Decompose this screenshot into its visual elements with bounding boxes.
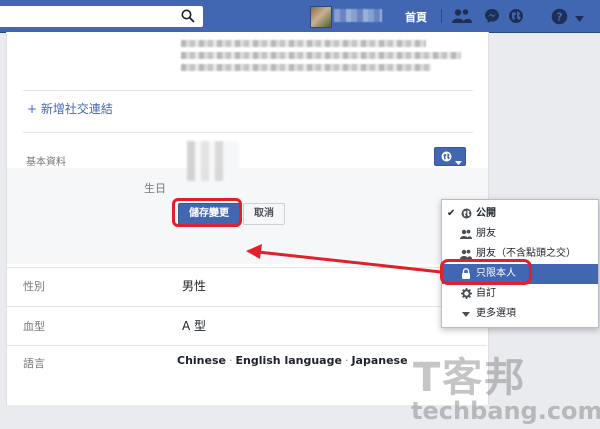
birthday-value-blurred[interactable] xyxy=(187,141,239,181)
menu-item-more-options[interactable]: 更多選項 xyxy=(442,304,598,324)
blood-type-label: 血型 xyxy=(23,320,45,333)
blood-type-value: A 型 xyxy=(182,319,207,333)
globe-icon xyxy=(441,151,452,165)
birthday-label: 生日 xyxy=(144,182,166,195)
profile-name-blurred[interactable] xyxy=(334,9,382,22)
menu-item-label: 自訂 xyxy=(476,288,496,299)
avatar[interactable] xyxy=(310,6,332,28)
watermark-title: T客邦 xyxy=(413,355,527,401)
separator-dot: · xyxy=(344,354,349,367)
checkmark-icon: ✔ xyxy=(447,208,456,219)
help-icon[interactable]: ? xyxy=(551,8,568,28)
language-label: 語言 xyxy=(23,357,45,370)
language-item[interactable]: Chinese xyxy=(177,354,226,367)
watermark-logo: T客邦 techbang.com xyxy=(411,345,600,429)
divider xyxy=(441,9,442,23)
menu-item-label: 公開 xyxy=(476,208,496,219)
gender-value: 男性 xyxy=(182,279,207,293)
privacy-selector-button[interactable] xyxy=(434,147,466,166)
menu-item-friends[interactable]: 朋友 xyxy=(442,224,598,244)
separator-dot: · xyxy=(228,354,233,367)
blurred-text xyxy=(181,40,426,47)
menu-item-label: 更多選項 xyxy=(476,308,516,319)
language-item[interactable]: English language xyxy=(235,354,341,367)
language-item[interactable]: Japanese xyxy=(351,354,407,367)
messenger-icon[interactable] xyxy=(484,8,500,27)
add-social-link[interactable]: + 新增社交連結 xyxy=(27,100,113,117)
search-input[interactable] xyxy=(0,6,203,27)
blurred-text xyxy=(181,64,431,71)
divider xyxy=(23,90,473,91)
gender-label: 性別 xyxy=(23,280,45,293)
menu-item-label: 朋友 xyxy=(476,228,496,239)
home-link[interactable]: 首頁 xyxy=(405,9,427,25)
divider xyxy=(7,306,487,307)
watermark-site: techbang.com xyxy=(411,397,600,425)
top-navigation-bar: 首頁 ? xyxy=(0,0,600,33)
caret-down-icon[interactable] xyxy=(575,12,584,25)
divider xyxy=(23,132,473,133)
section-title: 基本資料 xyxy=(26,157,66,168)
cancel-button[interactable]: 取消 xyxy=(243,203,285,225)
caret-down-icon xyxy=(460,304,472,325)
divider xyxy=(7,267,487,268)
svg-text:?: ? xyxy=(556,11,562,24)
menu-item-public[interactable]: ✔ 公開 xyxy=(442,204,598,224)
search-icon[interactable] xyxy=(181,9,195,23)
caret-down-icon xyxy=(455,155,462,168)
only-me-highlight xyxy=(440,259,532,285)
menu-item-custom[interactable]: 自訂 xyxy=(442,284,598,304)
globe-icon[interactable] xyxy=(508,8,524,27)
friends-icon[interactable] xyxy=(452,8,472,27)
blurred-text xyxy=(181,52,461,59)
save-button-highlight xyxy=(172,198,242,227)
language-list: Chinese · English language · Japanese xyxy=(177,354,408,367)
